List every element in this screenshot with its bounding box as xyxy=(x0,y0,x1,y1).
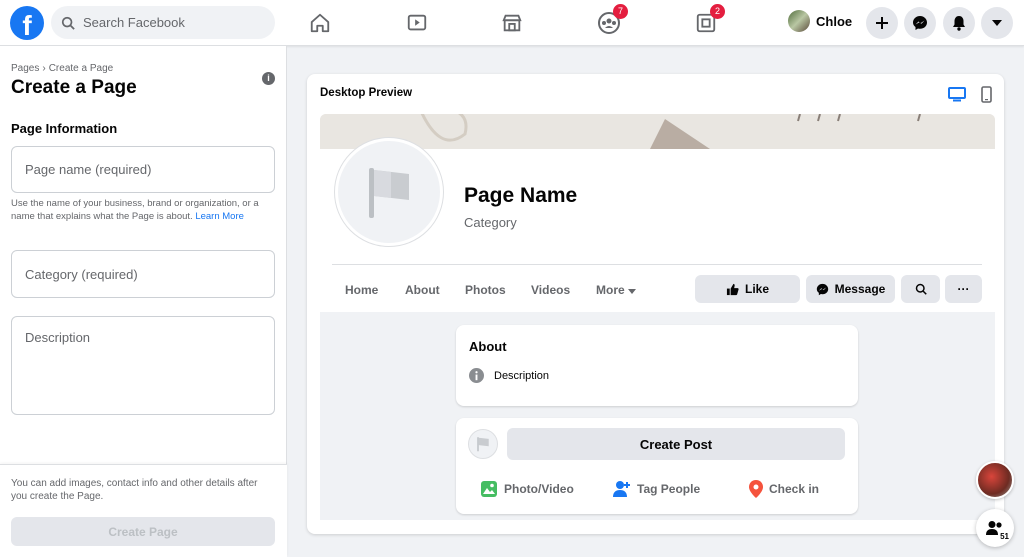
page-name-field[interactable] xyxy=(11,146,275,193)
page-avatar xyxy=(468,429,498,459)
search-input[interactable] xyxy=(83,15,263,30)
contacts-button[interactable]: 51 xyxy=(976,509,1014,547)
messenger-button[interactable] xyxy=(904,7,936,39)
account-menu-button[interactable] xyxy=(981,7,1013,39)
category-input[interactable] xyxy=(12,251,274,297)
avatar xyxy=(788,10,810,32)
messenger-icon xyxy=(816,283,828,295)
search-box[interactable] xyxy=(51,6,275,39)
page-name-helper: Use the name of your business, brand or … xyxy=(11,197,279,223)
tag-people-label: Tag People xyxy=(637,482,701,496)
info-icon[interactable]: i xyxy=(262,72,275,85)
like-label: Like xyxy=(744,282,769,296)
check-in-label: Check in xyxy=(769,482,820,496)
flag-icon xyxy=(477,437,489,452)
more-actions-button[interactable]: ··· xyxy=(945,275,982,303)
message-label: Message xyxy=(834,282,886,296)
more-actions-label: ··· xyxy=(957,282,970,296)
search-icon xyxy=(61,16,75,30)
thumbs-up-icon xyxy=(726,283,739,295)
home-icon[interactable] xyxy=(305,8,335,38)
groups-notification-badge: 7 xyxy=(613,4,628,19)
about-card: About Description xyxy=(456,325,858,406)
learn-more-link[interactable]: Learn More xyxy=(195,211,244,222)
location-pin-icon xyxy=(749,480,763,498)
online-count: 51 xyxy=(1000,532,1009,541)
caret-down-icon xyxy=(992,20,1002,26)
check-in-action[interactable]: Check in xyxy=(749,480,819,498)
flag-icon xyxy=(369,168,409,218)
cover-illustration xyxy=(320,114,995,149)
page-name-input[interactable] xyxy=(12,147,274,192)
about-description: Description xyxy=(494,369,550,382)
photo-video-action[interactable]: Photo/Video xyxy=(480,480,574,498)
preview-category: Category xyxy=(464,215,517,230)
tab-home[interactable]: Home xyxy=(345,283,378,297)
preview-page-name: Page Name xyxy=(464,184,578,207)
breadcrumb-current: Create a Page xyxy=(48,63,114,74)
top-navigation-bar: f 7 2 Chloe xyxy=(0,0,1024,46)
search-icon xyxy=(915,283,927,295)
gaming-icon[interactable]: 2 xyxy=(691,4,725,38)
cover-photo xyxy=(320,114,995,149)
page-title: Create a Page xyxy=(11,77,137,98)
tab-videos[interactable]: Videos xyxy=(531,283,570,297)
breadcrumb: Pages › Create a Page xyxy=(11,63,113,74)
tab-more[interactable]: More xyxy=(596,283,637,297)
section-heading: Page Information xyxy=(11,121,118,136)
tab-about[interactable]: About xyxy=(405,283,440,297)
tag-people-icon xyxy=(613,481,630,497)
description-field[interactable] xyxy=(11,316,275,415)
desktop-view-icon[interactable] xyxy=(947,84,967,104)
profile-link[interactable]: Chloe xyxy=(788,10,852,32)
footer-note: You can add images, contact info and oth… xyxy=(11,478,258,502)
messenger-icon xyxy=(913,16,927,30)
tab-more-label: More xyxy=(596,283,625,297)
watch-icon[interactable] xyxy=(402,8,432,38)
profile-name: Chloe xyxy=(816,13,853,29)
info-icon xyxy=(469,368,484,383)
chat-head-avatar[interactable] xyxy=(976,461,1014,499)
description-textarea[interactable] xyxy=(12,317,274,414)
breadcrumb-separator: › xyxy=(42,63,46,74)
create-button[interactable] xyxy=(866,7,898,39)
search-page-button[interactable] xyxy=(901,275,940,303)
marketplace-icon[interactable] xyxy=(497,8,527,38)
like-button[interactable]: Like xyxy=(695,275,800,303)
profile-picture-placeholder xyxy=(335,138,443,246)
tab-photos[interactable]: Photos xyxy=(465,283,506,297)
photo-icon xyxy=(481,481,497,497)
tag-people-action[interactable]: Tag People xyxy=(613,480,700,498)
page-tabs: Home About Photos Videos More Like Messa… xyxy=(332,264,982,309)
bell-icon xyxy=(953,16,965,31)
gaming-notification-badge: 2 xyxy=(710,4,725,19)
category-field[interactable] xyxy=(11,250,275,298)
create-page-sidebar: Pages › Create a Page Create a Page i Page… xyxy=(0,46,287,557)
sidebar-footer: You can add images, contact info and oth… xyxy=(0,464,287,557)
preview-title: Desktop Preview xyxy=(320,87,413,99)
plus-icon xyxy=(876,17,888,29)
photo-video-label: Photo/Video xyxy=(504,482,574,496)
create-post-card: Create Post Photo/Video Tag People Check… xyxy=(456,418,858,514)
message-button[interactable]: Message xyxy=(806,275,895,303)
about-heading: About xyxy=(469,339,507,354)
notifications-button[interactable] xyxy=(943,7,975,39)
groups-icon[interactable]: 7 xyxy=(594,4,628,38)
facebook-logo[interactable]: f xyxy=(10,6,44,40)
about-description-row: Description xyxy=(469,368,549,383)
create-post-button[interactable]: Create Post xyxy=(507,428,845,460)
breadcrumb-pages[interactable]: Pages xyxy=(11,63,39,74)
create-page-button[interactable]: Create Page xyxy=(11,517,275,546)
caret-down-icon xyxy=(628,289,637,294)
mobile-view-icon[interactable] xyxy=(976,84,996,104)
desktop-preview-card: Desktop Preview Page Name Category Home … xyxy=(307,74,1004,534)
logo-letter: f xyxy=(22,10,32,40)
